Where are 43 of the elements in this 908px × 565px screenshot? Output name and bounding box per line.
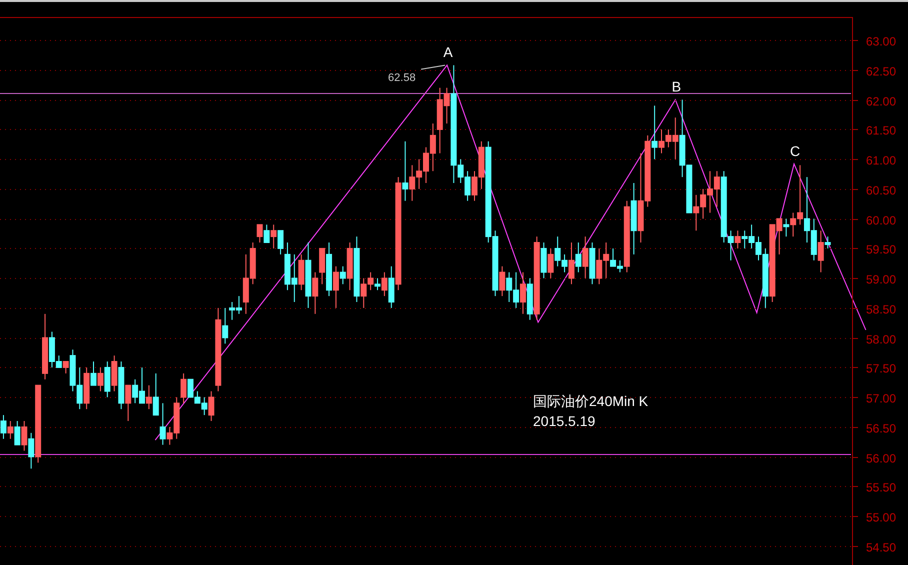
tick-mark	[852, 219, 858, 220]
price-axis-label: 54.50	[866, 540, 896, 554]
price-axis-label: 61.50	[866, 124, 896, 138]
tick-mark	[852, 189, 858, 190]
price-axis-label: 56.50	[866, 422, 896, 436]
tick-mark	[852, 159, 858, 160]
price-axis-label: 56.00	[866, 452, 896, 466]
tick-mark	[852, 427, 858, 428]
leader-line	[420, 64, 446, 70]
price-axis-label: 62.50	[866, 64, 896, 78]
tick-mark	[852, 546, 858, 547]
tick-mark	[852, 40, 858, 41]
price-axis-label: 57.50	[866, 362, 896, 376]
price-axis-label: 58.00	[866, 332, 896, 346]
wave-label: C	[790, 142, 800, 159]
tick-mark	[852, 516, 858, 517]
tick-mark	[852, 308, 858, 309]
tick-mark	[852, 248, 858, 249]
chart-caption: 2015.5.19	[533, 413, 596, 429]
price-axis-label: 61.00	[866, 154, 896, 168]
wave-label: B	[672, 78, 682, 95]
price-axis-label: 57.00	[866, 392, 896, 406]
tick-mark	[852, 457, 858, 458]
tick-mark	[852, 70, 858, 71]
price-axis-label: 62.00	[866, 94, 896, 108]
price-axis-label: 55.50	[866, 480, 896, 494]
price-axis-label: 63.00	[866, 34, 896, 48]
tick-mark	[852, 129, 858, 130]
price-axis-label: 58.50	[866, 302, 896, 316]
tick-mark	[852, 100, 858, 101]
tick-mark	[852, 338, 858, 339]
price-axis-label: 55.00	[866, 510, 896, 524]
tick-mark	[852, 367, 858, 368]
peak-value: 62.58	[388, 72, 416, 84]
price-axis-label: 59.50	[866, 242, 896, 256]
tick-mark	[852, 278, 858, 279]
price-axis-label: 60.00	[866, 214, 896, 228]
price-axis-label: 60.50	[866, 184, 896, 198]
chart-caption: 国际油价240Min K	[533, 393, 648, 409]
tick-mark	[852, 486, 858, 487]
wave-label: A	[443, 44, 453, 60]
tick-mark	[852, 397, 858, 398]
price-axis-label: 59.00	[866, 272, 896, 286]
